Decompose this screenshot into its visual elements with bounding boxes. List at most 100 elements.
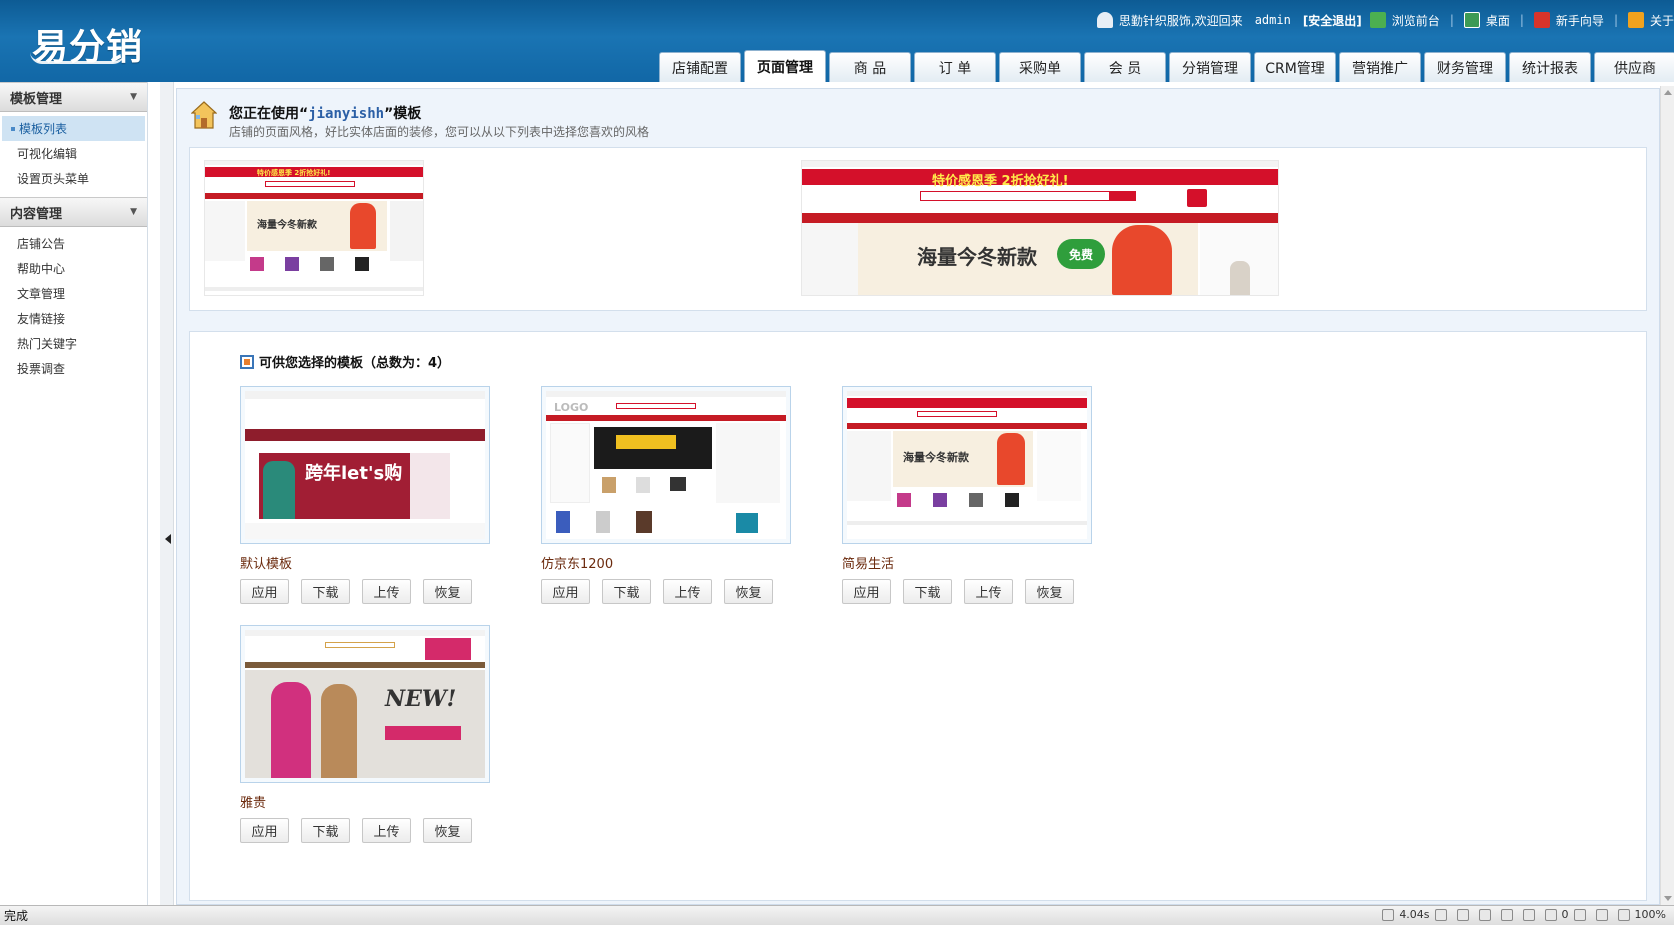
sidebar-item-label: 投票调查 <box>17 362 66 376</box>
template-card-default: 跨年let's购 默认模板 应用 下载 上传 恢复 <box>240 386 490 604</box>
sidebar-section-title: 模板管理 <box>10 91 63 107</box>
sidebar-item[interactable]: 店铺公告 <box>0 231 147 256</box>
status-tray: 4.04s 0 100% <box>1377 908 1666 921</box>
zoom-level[interactable]: 100% <box>1635 908 1666 921</box>
banner-text-large: 海量今冬新款 <box>917 245 1037 269</box>
template-name: 简易生活 <box>842 557 895 572</box>
desktop-link[interactable]: 桌面 <box>1463 12 1510 29</box>
preview-thumbnail-small[interactable]: 特价感恩季 2折抢好礼! 海量今冬新款 <box>204 160 424 296</box>
sidebar-item-label: 店铺公告 <box>17 237 66 251</box>
vertical-scrollbar[interactable] <box>1660 86 1674 905</box>
nav-tab[interactable]: 财务管理 <box>1424 52 1506 82</box>
browse-icon <box>1369 12 1386 28</box>
upload-button[interactable]: 上传 <box>362 818 411 843</box>
sidebar-item[interactable]: 友情链接 <box>0 306 147 331</box>
apply-button[interactable]: 应用 <box>240 579 289 604</box>
template-headline: LOGO <box>554 401 589 414</box>
sidebar-splitter[interactable] <box>160 82 174 905</box>
template-card-simple-life: 海量今冬新款 简易生活 应用 下载 上传 恢复 <box>842 386 1092 604</box>
sidebar-item[interactable]: 模板列表 <box>2 116 145 141</box>
collapse-arrow-icon[interactable] <box>165 534 171 544</box>
load-time: 4.04s <box>1399 908 1430 921</box>
logo-swoosh <box>30 52 125 64</box>
free-badge: 免费 <box>1057 239 1105 269</box>
zoom-icon[interactable] <box>1617 908 1630 921</box>
guide-link[interactable]: 新手向导 <box>1533 12 1604 29</box>
apply-button[interactable]: 应用 <box>541 579 590 604</box>
sidebar-item[interactable]: 热门关键字 <box>0 331 147 356</box>
template-name: 默认模板 <box>240 557 293 572</box>
browse-frontend-link[interactable]: 浏览前台 <box>1369 12 1440 29</box>
download-button[interactable]: 下载 <box>301 579 350 604</box>
sidebar-section-list: 模板列表 可视化编辑 设置页头菜单 <box>0 112 147 197</box>
logout-link[interactable]: [安全退出] <box>1303 12 1362 29</box>
current-template-title: 您正在使用“jianyishh”模板 <box>229 103 421 123</box>
nav-tab[interactable]: 商 品 <box>829 52 911 82</box>
restore-button[interactable]: 恢复 <box>423 579 472 604</box>
sidebar-item[interactable]: 帮助中心 <box>0 256 147 281</box>
template-thumbnail[interactable]: LOGO <box>541 386 791 544</box>
template-actions: 应用 下载 上传 恢复 <box>240 818 490 843</box>
about-link[interactable]: 关于 <box>1627 12 1674 29</box>
scroll-down-icon[interactable] <box>1664 896 1672 901</box>
current-template-name: jianyishh <box>308 106 385 122</box>
nav-tab[interactable]: 页面管理 <box>744 50 826 82</box>
sidebar-item[interactable]: 可视化编辑 <box>0 141 147 166</box>
download-button[interactable]: 下载 <box>301 818 350 843</box>
sidebar: 模板管理 ▼ 模板列表 可视化编辑 设置页头菜单 内容管理 ▼ 店铺公告 帮助中心 文章管理 友情链… <box>0 82 148 905</box>
current-template-subtitle: 店铺的页面风格，好比实体店面的装修，您可以从以下列表中选择您喜欢的风格 <box>229 125 650 139</box>
download-icon[interactable] <box>1478 908 1491 921</box>
template-list-heading-text: 可供您选择的模板（总数为：4） <box>259 356 451 371</box>
template-name: 雅贵 <box>240 796 267 811</box>
upload-button[interactable]: 上传 <box>362 579 411 604</box>
nav-tab[interactable]: 供应商 <box>1594 52 1674 82</box>
sidebar-item-label: 热门关键字 <box>17 337 78 351</box>
scroll-up-icon[interactable] <box>1664 90 1672 95</box>
banner-text-small: 海量今冬新款 <box>257 220 317 231</box>
restore-button[interactable]: 恢复 <box>724 579 773 604</box>
nav-tab[interactable]: 采购单 <box>999 52 1081 82</box>
shield-icon[interactable] <box>1595 908 1608 921</box>
browse-frontend-label: 浏览前台 <box>1391 13 1440 28</box>
bookmark-icon[interactable] <box>1544 908 1557 921</box>
template-card-jd1200: LOGO 仿京东1200 应用 下载 上传 恢复 <box>541 386 791 604</box>
desktop-icon <box>1463 12 1480 28</box>
person-icon[interactable] <box>1456 908 1469 921</box>
nav-tab[interactable]: 统计报表 <box>1509 52 1591 82</box>
eye-icon[interactable] <box>1573 908 1586 921</box>
divider: | <box>1449 13 1454 27</box>
sidebar-item[interactable]: 文章管理 <box>0 281 147 306</box>
title-prefix: 您正在使用“ <box>229 106 309 122</box>
nav-tab[interactable]: CRM管理 <box>1254 52 1336 82</box>
nav-tab[interactable]: 店铺配置 <box>659 52 741 82</box>
restore-button[interactable]: 恢复 <box>1025 579 1074 604</box>
sidebar-item[interactable]: 设置页头菜单 <box>0 166 147 191</box>
nav-tab[interactable]: 营销推广 <box>1339 52 1421 82</box>
template-thumbnail[interactable]: 海量今冬新款 <box>842 386 1092 544</box>
volume-icon[interactable] <box>1500 908 1513 921</box>
restore-button[interactable]: 恢复 <box>423 818 472 843</box>
upload-button[interactable]: 上传 <box>663 579 712 604</box>
sidebar-section-header[interactable]: 内容管理 ▼ <box>0 197 147 227</box>
nav-tab[interactable]: 会 员 <box>1084 52 1166 82</box>
upload-button[interactable]: 上传 <box>964 579 1013 604</box>
download-button[interactable]: 下载 <box>602 579 651 604</box>
status-text: 完成 <box>4 909 29 923</box>
guide-label: 新手向导 <box>1555 13 1604 28</box>
camera-icon[interactable] <box>1522 908 1535 921</box>
template-thumbnail[interactable]: NEW! <box>240 625 490 783</box>
preview-thumbnail-large[interactable]: 特价感恩季 2折抢好礼! 海量今冬新款 免费 <box>801 160 1279 296</box>
speed-icon <box>1382 908 1395 921</box>
promo-text-large: 特价感恩季 2折抢好礼! <box>932 174 1069 189</box>
template-headline: 海量今冬新款 <box>903 451 969 464</box>
template-actions: 应用 下载 上传 恢复 <box>541 579 791 604</box>
sidebar-section-header[interactable]: 模板管理 ▼ <box>0 82 147 112</box>
nav-tab[interactable]: 分销管理 <box>1169 52 1251 82</box>
nav-tab[interactable]: 订 单 <box>914 52 996 82</box>
apply-button[interactable]: 应用 <box>842 579 891 604</box>
apply-button[interactable]: 应用 <box>240 818 289 843</box>
sidebar-item[interactable]: 投票调查 <box>0 356 147 381</box>
page-icon[interactable] <box>1434 908 1447 921</box>
template-thumbnail[interactable]: 跨年let's购 <box>240 386 490 544</box>
download-button[interactable]: 下载 <box>903 579 952 604</box>
